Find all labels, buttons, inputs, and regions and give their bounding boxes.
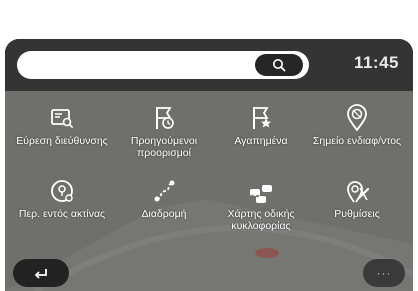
search-icon (273, 59, 286, 72)
menu-item-label: Ρυθμίσεις (334, 208, 380, 220)
menu-item-find-address[interactable]: Εύρεση διεύθυνσης (10, 103, 114, 147)
search-input[interactable] (17, 51, 309, 79)
menu-item-label: Προηγούμενοι προορισμοί (130, 135, 198, 159)
search-button[interactable] (255, 54, 303, 76)
clock: 11:45 (353, 53, 399, 72)
menu-item-label: Περ. εντός ακτίνας (18, 208, 106, 220)
menu-item-previous-destinations[interactable]: Προηγούμενοι προορισμοί (112, 103, 216, 159)
radius-area-icon (51, 180, 73, 202)
route-icon (154, 180, 175, 202)
menu-item-label: Αγαπημένα (234, 135, 288, 147)
favorites-flag-icon (253, 107, 271, 129)
settings-icon (347, 181, 370, 203)
previous-destinations-icon (156, 107, 174, 129)
menu-item-settings[interactable]: Ρυθμίσεις (305, 176, 409, 220)
traffic-map-icon (250, 185, 272, 203)
menu-item-radius-area[interactable]: Περ. εντός ακτίνας (10, 176, 114, 220)
menu-item-traffic-map[interactable]: Χάρτης οδικής κυκλοφορίας (209, 176, 313, 232)
menu-item-point-of-interest[interactable]: Σημείο ενδιαφ/ντος (305, 103, 409, 147)
point-of-interest-icon (347, 104, 367, 132)
back-arrow-icon (34, 269, 47, 279)
menu-item-favorites[interactable]: Αγαπημένα (209, 103, 313, 147)
menu-item-label: Χάρτης οδικής κυκλοφορίας (227, 208, 295, 232)
navigation-screen: 11:45 Εύρεση διεύθυνσης Προηγούμενοι προ… (5, 39, 413, 291)
back-button[interactable] (13, 259, 69, 287)
menu-item-label: Εύρεση διεύθυνσης (16, 135, 108, 147)
menu-item-route[interactable]: Διαδρομή (112, 176, 216, 220)
top-bar: 11:45 (5, 39, 413, 91)
menu-item-label: Σημείο ενδιαφ/ντος (312, 135, 402, 147)
menu-item-label: Διαδρομή (141, 208, 187, 220)
more-options-button[interactable]: ··· (363, 259, 405, 287)
address-search-icon (51, 109, 73, 128)
